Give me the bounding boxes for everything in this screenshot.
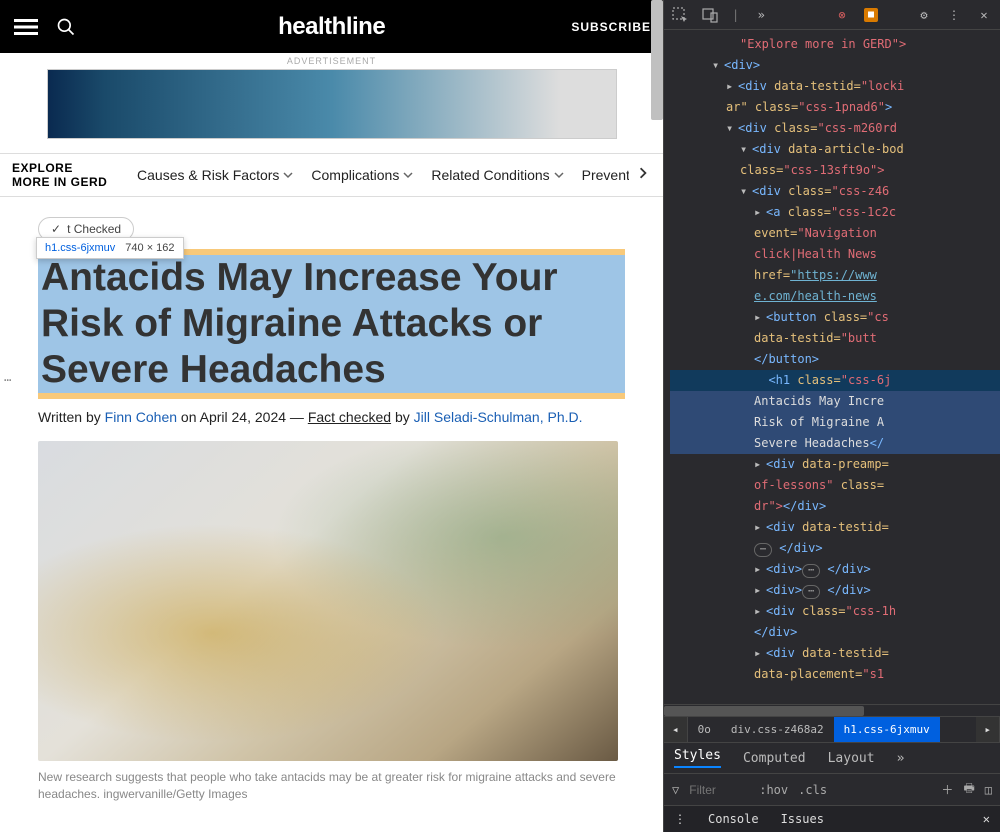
crumb-item[interactable]: div.css-z468a2	[721, 717, 834, 742]
topbar: healthline SUBSCRIBE	[0, 0, 663, 53]
explore-label: EXPLORE MORE IN GERD	[12, 161, 113, 189]
page-scrollbar[interactable]	[651, 0, 663, 120]
tab-layout[interactable]: Layout	[828, 751, 875, 766]
ad-banner[interactable]	[47, 69, 617, 139]
dom-tree[interactable]: "Explore more in GERD"> ▾<div> ▸<div dat…	[664, 30, 1000, 704]
devtools-toolbar: | » ⊗ ■ ⚙ ⋮ ✕	[664, 0, 1000, 30]
close-devtools-icon[interactable]: ✕	[976, 7, 992, 23]
tooltip-selector: h1.css-6jxmuv	[45, 242, 115, 254]
inspect-element-icon[interactable]	[672, 7, 688, 23]
crumb-item-active[interactable]: h1.css-6jxmuv	[834, 717, 940, 742]
subnav-item-related[interactable]: Related Conditions	[431, 167, 563, 183]
subnav-item-causes[interactable]: Causes & Risk Factors	[137, 167, 293, 183]
styles-filterbar: ▽ :hov .cls ＋ 🖶 ◫	[664, 774, 1000, 806]
hamburger-icon[interactable]	[12, 13, 40, 41]
subscribe-link[interactable]: SUBSCRIBE	[571, 20, 651, 34]
errors-icon[interactable]: ⊗	[834, 7, 850, 23]
print-simulation-icon[interactable]: 🖶	[963, 779, 974, 800]
warnings-icon[interactable]: ■	[864, 8, 878, 22]
close-drawer-icon[interactable]: ✕	[983, 812, 990, 826]
new-rule-icon[interactable]: ＋	[941, 781, 953, 798]
inspector-tooltip: h1.css-6jxmuv 740 × 162	[36, 237, 184, 259]
crumb-item[interactable]: 0o	[688, 717, 721, 742]
site-logo[interactable]: healthline	[92, 13, 571, 41]
subnav-item-complications[interactable]: Complications	[311, 167, 413, 183]
search-icon[interactable]	[52, 13, 80, 41]
settings-icon[interactable]: ⚙	[916, 7, 932, 23]
selected-dom-node[interactable]: ⋯ <h1 class="css-6j	[670, 370, 1000, 391]
article-title: Antacids May Increase Your Risk of Migra…	[38, 255, 625, 393]
issues-tab[interactable]: Issues	[781, 812, 824, 826]
hov-toggle[interactable]: :hov	[759, 783, 788, 797]
image-caption: New research suggests that people who ta…	[38, 769, 625, 803]
tab-overflow-icon[interactable]: »	[897, 751, 905, 766]
devtools-horizontal-scrollbar[interactable]	[664, 704, 1000, 716]
crumb-prev-icon[interactable]: ◂	[664, 717, 688, 742]
cls-toggle[interactable]: .cls	[798, 783, 827, 797]
overflow-icon[interactable]: »	[753, 7, 769, 23]
responsive-mode-icon[interactable]	[702, 7, 718, 23]
ad-label: ADVERTISEMENT	[0, 53, 663, 69]
filter-input[interactable]	[689, 783, 749, 797]
author-link[interactable]: Finn Cohen	[105, 409, 177, 425]
hero-image	[38, 441, 618, 761]
tooltip-dimensions: 740 × 162	[125, 242, 174, 254]
styles-tabs: Styles Computed Layout »	[664, 742, 1000, 774]
tab-styles[interactable]: Styles	[674, 748, 721, 768]
drawer-kebab-icon[interactable]: ⋮	[674, 812, 686, 826]
devtools-panel: | » ⊗ ■ ⚙ ⋮ ✕ "Explore more in GERD"> ▾<…	[663, 0, 1000, 832]
subnav: EXPLORE MORE IN GERD Causes & Risk Facto…	[0, 153, 663, 197]
fact-checked-link[interactable]: Fact checked	[308, 409, 391, 425]
filter-icon[interactable]: ▽	[672, 783, 679, 797]
console-tab[interactable]: Console	[708, 812, 759, 826]
subnav-next-icon[interactable]	[629, 166, 657, 184]
layout-sidebar-icon[interactable]: ◫	[985, 783, 992, 797]
console-drawer: ⋮ Console Issues ✕	[664, 806, 1000, 832]
tab-computed[interactable]: Computed	[743, 751, 806, 766]
checker-link[interactable]: Jill Seladi-Schulman, Ph.D.	[414, 409, 583, 425]
kebab-icon[interactable]: ⋮	[946, 7, 962, 23]
breadcrumb-bar: ◂ 0o div.css-z468a2 h1.css-6jxmuv ▸	[664, 716, 1000, 742]
subnav-item-prevention[interactable]: Preventi	[582, 167, 633, 183]
byline: Written by Finn Cohen on April 24, 2024 …	[38, 409, 625, 425]
highlight-margin-overlay: Antacids May Increase Your Risk of Migra…	[38, 249, 625, 399]
crumb-next-icon[interactable]: ▸	[976, 717, 1000, 742]
check-icon: ✓	[51, 222, 61, 236]
